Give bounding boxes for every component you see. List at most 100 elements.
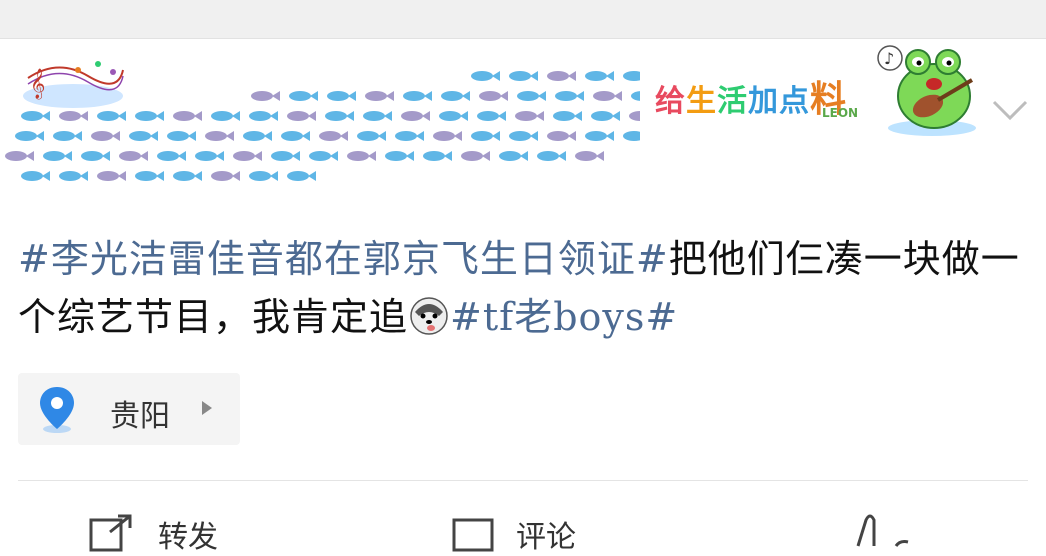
caret-right-icon — [202, 401, 212, 415]
redaction-fish-mark — [309, 151, 338, 161]
redaction-fish-mark — [281, 131, 310, 141]
redaction-fish-mark — [135, 111, 164, 121]
redaction-fish-mark — [575, 151, 604, 161]
brand-char-3: 活 — [717, 84, 748, 119]
redaction-fish-mark — [289, 91, 318, 101]
comment-icon — [452, 518, 494, 552]
repost-button[interactable]: 转发 — [88, 508, 268, 555]
redaction-fish-mark — [509, 131, 538, 141]
thumbs-up-icon — [856, 514, 909, 547]
redaction-fish-mark — [59, 111, 88, 121]
brand-badge-sub: LEON — [822, 106, 859, 120]
redaction-fish-mark — [623, 71, 640, 81]
chevron-down-icon[interactable] — [990, 96, 1030, 124]
like-button[interactable] — [848, 508, 938, 548]
repost-icon — [89, 514, 132, 552]
redaction-fish-mark — [471, 131, 500, 141]
redaction-fish-mark — [441, 91, 470, 101]
brand-char-1: 给 — [655, 84, 686, 119]
redaction-fish-mark — [547, 71, 576, 81]
redaction-fish-mark — [585, 131, 614, 141]
redaction-fish-mark — [363, 111, 392, 121]
redaction-fish-mark — [423, 151, 452, 161]
redaction-fish-mark — [517, 91, 546, 101]
redaction-fish-mark — [479, 91, 508, 101]
redaction-fish-mark — [81, 151, 110, 161]
redaction-fish-mark — [271, 151, 300, 161]
comment-label: 评论 — [516, 520, 576, 555]
redaction-fish-mark — [461, 151, 490, 161]
redaction-fish-mark — [205, 131, 234, 141]
redaction-fish-mark — [555, 91, 584, 101]
redaction-fish-mark — [629, 111, 640, 121]
redaction-fish-mark — [243, 131, 272, 141]
brand-char-4: 加点 — [748, 84, 810, 119]
redaction-fish-mark — [403, 91, 432, 101]
redaction-fish-mark — [43, 151, 72, 161]
redaction-fish-mark — [249, 171, 278, 181]
redaction-fish-mark — [325, 111, 354, 121]
redaction-fish-mark — [5, 151, 34, 161]
redaction-fish-mark — [211, 171, 240, 181]
redaction-fish-mark — [135, 171, 164, 181]
location-label: 贵阳 — [110, 399, 170, 434]
redaction-fish-mark — [591, 111, 620, 121]
svg-text:♪: ♪ — [884, 49, 894, 68]
topic-tag-link[interactable]: #李光洁雷佳音都在郭京飞生日领证# — [18, 237, 669, 281]
redaction-fish-mark — [439, 111, 468, 121]
redaction-fish-mark — [173, 171, 202, 181]
redaction-fish-mark — [401, 111, 430, 121]
redaction-fish-mark — [91, 131, 120, 141]
redaction-fish-mark — [15, 131, 44, 141]
redaction-fish-mark — [287, 111, 316, 121]
redaction-fish-mark — [97, 171, 126, 181]
redaction-fish-mark — [471, 71, 500, 81]
redaction-fish-mark — [499, 151, 528, 161]
redaction-fish-mark — [21, 171, 50, 181]
redaction-fish-mark — [347, 151, 376, 161]
redaction-fish-mark — [251, 91, 280, 101]
comment-button[interactable]: 评论 — [452, 508, 632, 555]
redaction-fish-mark — [233, 151, 262, 161]
redaction-fish-mark — [515, 111, 544, 121]
redaction-fish-mark — [477, 111, 506, 121]
redaction-fish-mark — [623, 131, 640, 141]
redaction-fish-mark — [129, 131, 158, 141]
brand-char-2: 生 — [686, 84, 717, 119]
redaction-fish-mark — [167, 131, 196, 141]
redacted-username-overlay — [5, 71, 640, 181]
redaction-fish-mark — [119, 151, 148, 161]
top-status-strip — [0, 0, 1046, 39]
redaction-fish-mark — [249, 111, 278, 121]
redaction-fish-mark — [157, 151, 186, 161]
location-pin-icon — [40, 387, 74, 433]
redaction-fish-mark — [593, 91, 622, 101]
redaction-fish-mark — [365, 91, 394, 101]
action-bar-divider — [18, 480, 1028, 481]
redaction-fish-mark — [357, 131, 386, 141]
redaction-fish-mark — [433, 131, 462, 141]
redaction-fish-mark — [585, 71, 614, 81]
husky-dog-face-icon — [410, 297, 448, 335]
redaction-fish-mark — [195, 151, 224, 161]
location-chip[interactable]: 贵阳 — [18, 373, 240, 445]
redaction-fish-mark — [211, 111, 240, 121]
redaction-fish-mark — [537, 151, 566, 161]
redaction-fish-mark — [59, 171, 88, 181]
redaction-fish-mark — [21, 111, 50, 121]
redaction-fish-mark — [509, 71, 538, 81]
redaction-fish-mark — [287, 171, 316, 181]
redaction-fish-mark — [385, 151, 414, 161]
redaction-fish-mark — [553, 111, 582, 121]
redaction-fish-mark — [53, 131, 82, 141]
redaction-fish-mark — [327, 91, 356, 101]
post-text: #李光洁雷佳音都在郭京飞生日领证#把他们仨凑一块做一个综艺节目，我肯定追 #tf… — [18, 230, 1033, 346]
redaction-fish-mark — [173, 111, 202, 121]
topic-tag-link[interactable]: #tf老boys# — [450, 295, 678, 339]
frog-guitar-icon: ♪ — [877, 45, 976, 136]
repost-label: 转发 — [158, 520, 218, 555]
redaction-fish-mark — [547, 131, 576, 141]
redaction-fish-mark — [631, 91, 640, 101]
redaction-fish-mark — [97, 111, 126, 121]
redaction-fish-mark — [395, 131, 424, 141]
